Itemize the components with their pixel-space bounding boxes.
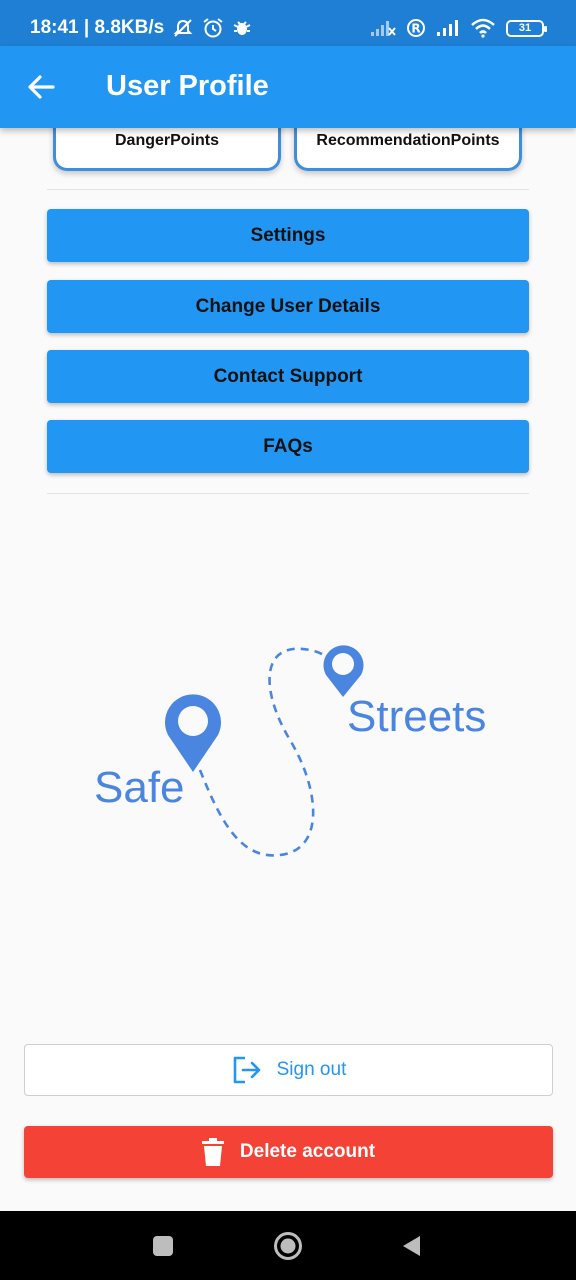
status-left: 18:41 | 8.8KB/s [30,17,252,39]
mute-icon [173,19,193,37]
status-right: R 31 [370,18,547,38]
no-signal-icon [371,21,396,36]
change-user-details-button[interactable]: Change User Details [47,280,529,333]
sign-out-button[interactable]: Sign out [24,1044,553,1096]
recent-apps-button[interactable] [123,1211,203,1280]
app-bar: User Profile [0,46,576,128]
square-icon [153,1235,173,1256]
logo-word-safe: Safe [94,763,185,812]
battery-icon: 31 [506,19,547,37]
contact-support-label: Contact Support [213,365,363,387]
r-icon: R [407,19,425,37]
circle-icon [274,1231,302,1260]
back-button[interactable] [22,68,60,106]
status-bar: 18:41 | 8.8KB/s R 31 [0,0,576,46]
delete-account-label: Delete account [239,1141,376,1162]
wifi-icon [471,18,495,38]
back-triangle-icon [403,1235,420,1256]
arrow-left-icon [28,75,55,99]
divider-top [47,189,529,190]
faqs-label: FAQs [263,435,313,457]
map-pin-large-icon [165,694,221,772]
contact-support-button[interactable]: Contact Support [47,350,529,403]
page-title: User Profile [106,70,269,102]
divider-bottom [47,493,529,494]
settings-button-label: Settings [250,224,326,246]
recommendation-points-label: RecommendationPoints [316,132,500,149]
alarm-icon [203,18,223,38]
logout-icon [233,1056,260,1084]
sign-out-label: Sign out [276,1059,347,1080]
delete-account-button[interactable]: Delete account [24,1126,553,1178]
home-button[interactable] [248,1211,328,1280]
change-user-details-label: Change User Details [195,295,381,317]
logo-word-streets: Streets [347,692,486,741]
bug-icon [233,21,251,35]
settings-button[interactable]: Settings [47,209,529,262]
system-nav-bar [0,1211,576,1280]
status-time: 18:41 | 8.8KB/s [30,17,165,38]
map-pin-small-icon [323,645,364,697]
faqs-button[interactable]: FAQs [47,420,529,473]
safe-streets-logo: Safe Streets [94,645,486,857]
route-path [198,647,333,857]
signal-icon [437,20,458,36]
svg-text:R: R [411,22,420,36]
system-back-button[interactable] [371,1211,451,1280]
danger-points-label: DangerPoints [114,132,219,149]
trash-icon [201,1138,224,1166]
